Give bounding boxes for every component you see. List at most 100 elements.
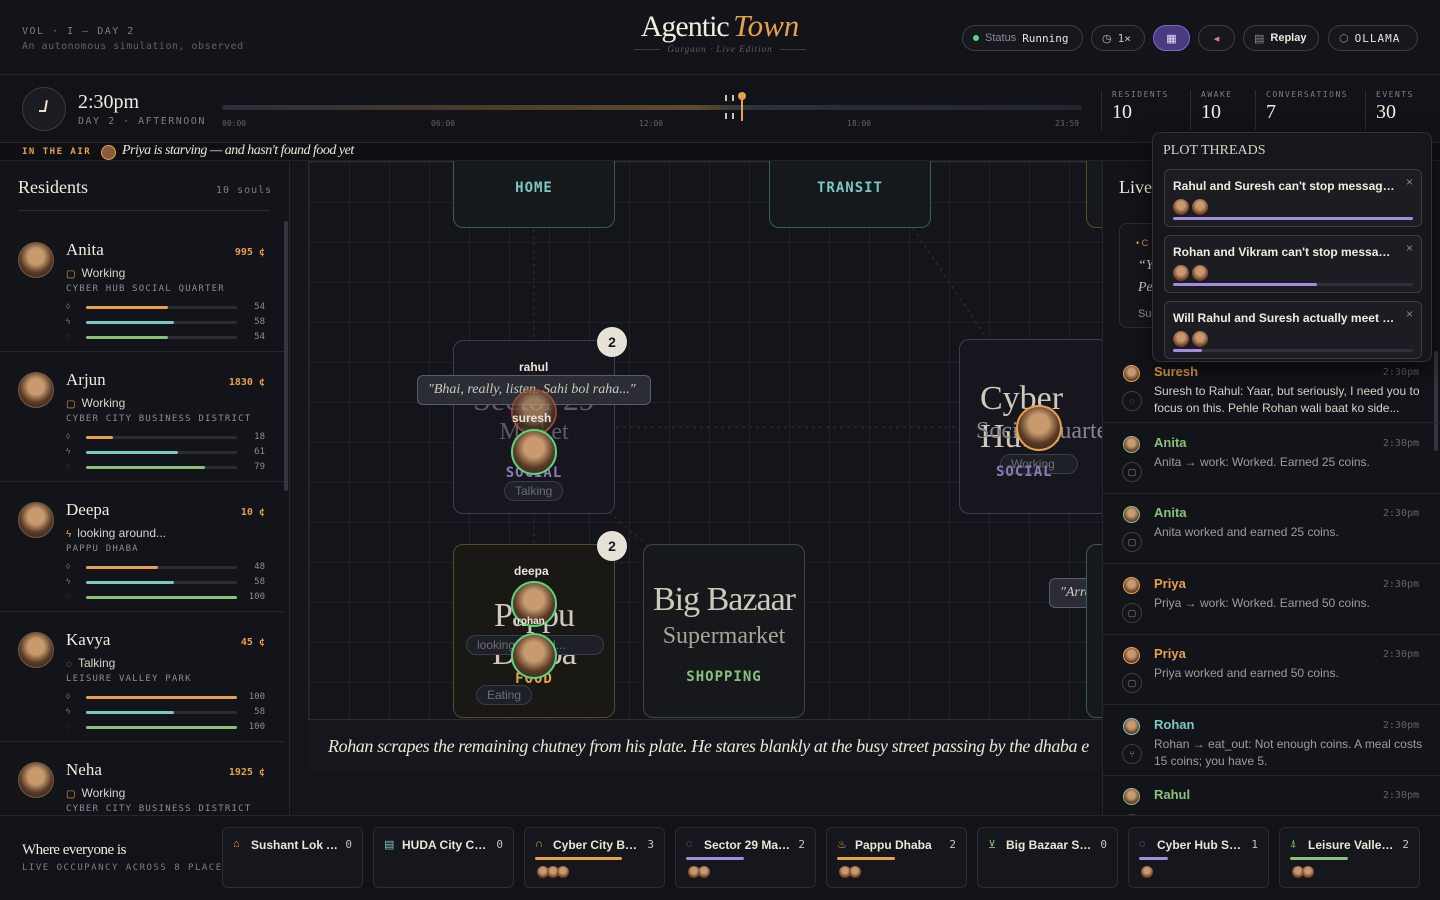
avatar: [18, 502, 54, 538]
occupancy-card[interactable]: ▤ HUDA City Ce... 0: [373, 827, 514, 888]
stat-events: EVENTS 30: [1365, 90, 1414, 130]
resident-card[interactable]: Anita 995 ¢ ▢ Working CYBER HUB SOCIAL QUART…: [0, 222, 284, 352]
occupancy-bar-fill: [1139, 857, 1168, 860]
plot-thread-card[interactable]: Rahul and Suresh can't stop messaging ×: [1164, 169, 1422, 227]
close-icon[interactable]: ×: [1406, 307, 1413, 321]
resident-card[interactable]: Kavya 45 ¢ ◌ Talking LEISURE VALLEY PARK ◊ 100…: [0, 612, 284, 742]
speed-button[interactable]: ◷ 1×: [1091, 25, 1145, 51]
place-count: 0: [496, 838, 503, 851]
calendar-button[interactable]: ▦: [1153, 25, 1190, 51]
stat-value: 79: [254, 462, 265, 472]
replay-button[interactable]: ▤ Replay: [1243, 25, 1319, 51]
plot-thread-card[interactable]: Will Rahul and Suresh actually meet a...…: [1164, 301, 1422, 359]
close-icon[interactable]: ×: [1406, 175, 1413, 189]
status-indicator[interactable]: Status Running: [962, 25, 1083, 51]
engine-icon: ⬡: [1339, 32, 1349, 45]
stat-bar-fill: [86, 566, 159, 569]
engine-button[interactable]: ⬡ OLLAMA: [1328, 25, 1418, 51]
feed-event[interactable]: ▢ Anita 2:30pm Anita worked and earned 25 c…: [1103, 494, 1440, 564]
stat-icon: ◊: [66, 692, 70, 701]
in-the-air-label: IN THE AIR: [22, 147, 92, 157]
narration-bar: Rohan scrapes the remaining chutney from…: [308, 719, 1102, 771]
stat-icon: ◊: [66, 562, 70, 571]
occupancy-card[interactable]: ∩ Cyber City Bu... 3: [524, 827, 665, 888]
avatar: [1123, 365, 1140, 382]
place-home[interactable]: HOME: [453, 161, 615, 228]
stat-value: 18: [254, 432, 265, 442]
stat-icon: ◌: [66, 722, 71, 731]
feed-event[interactable]: ▢ Anita 2:30pm Anita → work: Worked. Earned…: [1103, 424, 1440, 494]
stat-bar-fill: [86, 436, 114, 439]
event-text: Priya → work: Worked. Earned 50 coins.: [1154, 595, 1370, 610]
place-name: Cyber City Bu...: [553, 838, 641, 852]
feed-event[interactable]: ▢ Priya 2:30pm Priya → work: Worked. Earned…: [1103, 565, 1440, 635]
volume-label: VOL · I — DAY 2: [22, 26, 135, 37]
residents-title: Residents: [18, 177, 88, 197]
stat-value: 58: [254, 317, 265, 327]
place-icon: ♨: [837, 839, 847, 851]
place-count: 0: [1100, 838, 1107, 851]
logo-agentic: Agentic: [640, 10, 730, 43]
place-icon: ⊻: [988, 839, 997, 851]
avatar: [1192, 265, 1208, 281]
resident-name: Anita: [66, 240, 104, 259]
close-icon[interactable]: ×: [1406, 241, 1413, 255]
scrollbar[interactable]: [284, 221, 288, 491]
occupancy-card[interactable]: ⊻ Big Bazaar Su... 0: [977, 827, 1118, 888]
feed-event[interactable]: ◌ Suresh 2:30pm Suresh to Rahul: Yaar, but …: [1103, 353, 1440, 423]
plot-progress-fill: [1173, 349, 1202, 352]
occupancy-card[interactable]: ◌ Cyber Hub So... 1: [1128, 827, 1269, 888]
stat-value: 10: [1112, 101, 1132, 123]
place-icon: ∩: [535, 838, 543, 850]
stat-value: 30: [1376, 101, 1396, 123]
plot-thread-card[interactable]: Rohan and Vikram can't stop messagi... ×: [1164, 235, 1422, 293]
place-icon: ◌: [686, 838, 693, 850]
event-time: 2:30pm: [1382, 367, 1419, 378]
avatar: [1141, 866, 1153, 878]
stat-bar: [86, 306, 237, 309]
event-type-icon: ▢: [1122, 461, 1142, 482]
state-pill: Eating: [476, 685, 533, 705]
feed-event[interactable]: ⑂ Rohan 2:30pm Rohan → eat_out: Not enough …: [1103, 706, 1440, 776]
feed-event[interactable]: ▢Rahul2:30pm: [1103, 776, 1440, 815]
town-map[interactable]: HOME TRANSIT Sector 29 Market SOCIAL Tal…: [290, 161, 1102, 815]
place-type-label: HOME: [515, 180, 553, 196]
resident-card[interactable]: Neha 1925 ¢ ▢ Working CYBER CITY BUSINESS DI…: [0, 742, 284, 815]
occupancy-card[interactable]: ♨ Pappu Dhaba 2: [826, 827, 967, 888]
place-big-bazaar[interactable]: Big Bazaar Supermarket SHOPPING: [643, 544, 805, 718]
place-transit[interactable]: TRANSIT: [769, 161, 931, 228]
place-leisure-valley[interactable]: [1086, 544, 1102, 718]
agent-avatar-anita[interactable]: [1016, 405, 1062, 451]
event-type-icon: ▢: [1122, 602, 1142, 623]
stat-bar: [86, 581, 237, 584]
place-icon: ⌂: [233, 838, 240, 850]
timeline-playhead[interactable]: [738, 92, 746, 121]
resident-name: Arjun: [66, 370, 106, 389]
occupancy-card[interactable]: ◌ Sector 29 Mar... 2: [675, 827, 816, 888]
stat-bar-fill: [86, 451, 179, 454]
stat-value: 48: [254, 562, 265, 572]
tick-label: 00:00: [222, 119, 247, 128]
activity-icon: ▢: [66, 269, 76, 280]
stat-residents: RESIDENTS 10: [1101, 90, 1169, 130]
stat-icon: ◌: [66, 592, 71, 601]
resident-card[interactable]: Arjun 1830 ¢ ▢ Working CYBER CITY BUSINESS D…: [0, 352, 284, 482]
occupancy-card[interactable]: ⍋ Leisure Valley ... 2: [1279, 827, 1420, 888]
agent-avatar-suresh[interactable]: [511, 429, 557, 475]
avatar: [1173, 331, 1189, 347]
feed-event[interactable]: ▢ Priya 2:30pm Priya worked and earned 50 c…: [1103, 635, 1440, 705]
stat-bar-fill: [86, 596, 237, 599]
occupancy-card[interactable]: ⌂ Sushant Lok A... 0: [222, 827, 363, 888]
timeline-track[interactable]: [222, 105, 1082, 110]
resident-coins: 45 ¢: [240, 637, 265, 648]
stat-bar: [86, 566, 237, 569]
agent-avatar-rohan[interactable]: [511, 633, 557, 679]
timeline-marker: [725, 113, 727, 119]
timeline-marker: [725, 95, 727, 101]
occupancy-bar: Where everyone is LIVE OCCUPANCY ACROSS …: [0, 815, 1440, 900]
resident-card[interactable]: Deepa 10 ¢ ϟ looking around... PAPPU DHABA ◊ 4…: [0, 482, 284, 612]
app-header: VOL · I — DAY 2 An autonomous simulation…: [0, 0, 1440, 75]
place-partial[interactable]: [1086, 161, 1102, 228]
avatar: [557, 866, 569, 878]
mute-button[interactable]: ◂: [1198, 25, 1235, 51]
